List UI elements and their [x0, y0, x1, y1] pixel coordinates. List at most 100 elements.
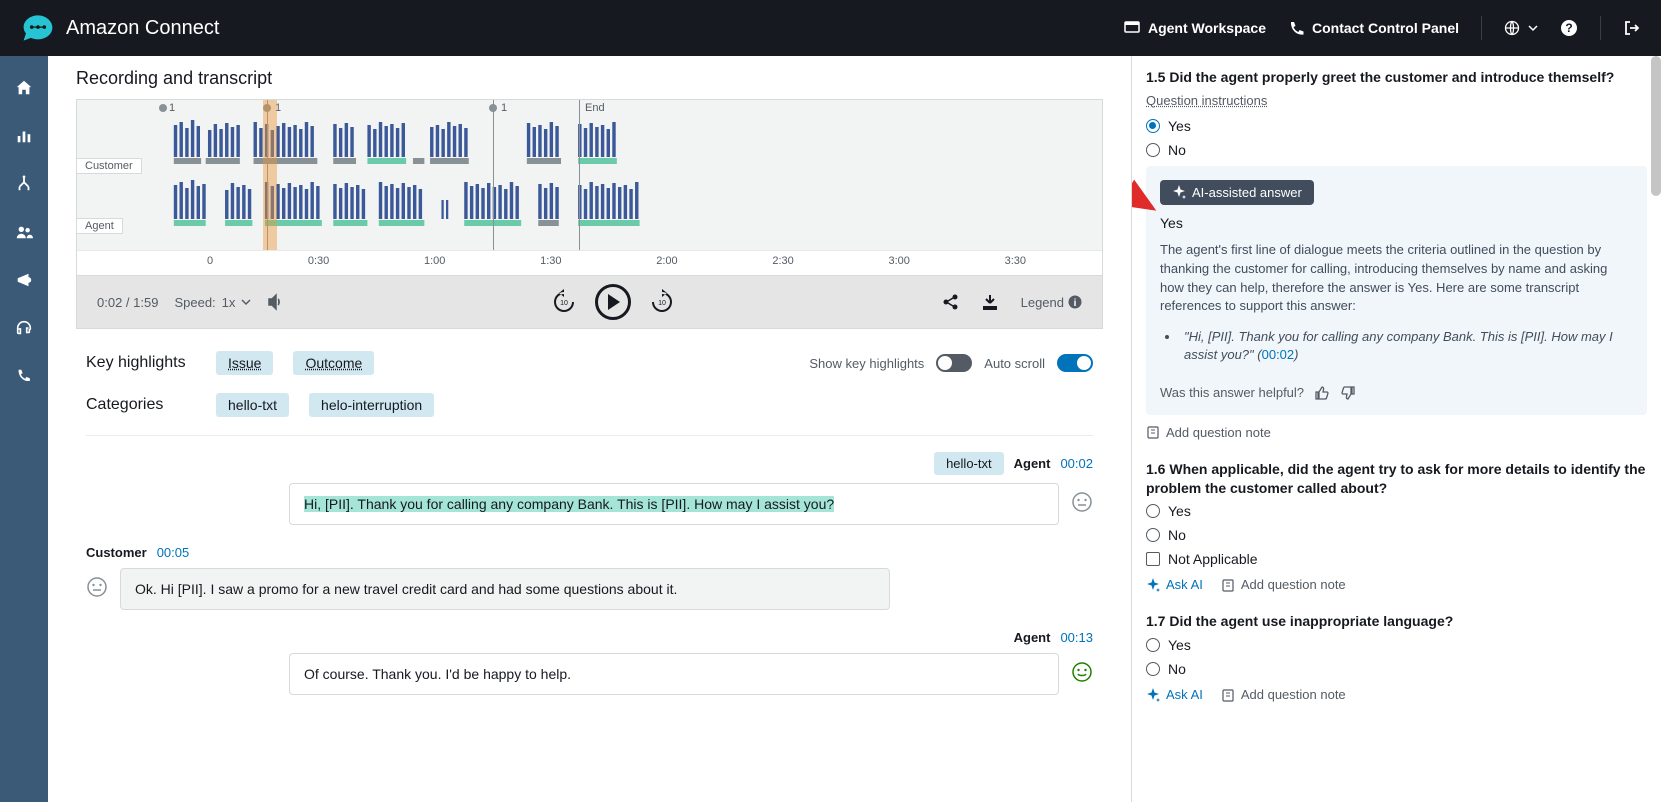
ai-feedback-row: Was this answer helpful? — [1160, 385, 1633, 401]
thumbs-up-button[interactable] — [1314, 385, 1330, 401]
message-timestamp[interactable]: 00:02 — [1060, 456, 1093, 471]
category-chip[interactable]: hello-txt — [216, 393, 289, 417]
radio-icon — [1146, 662, 1160, 676]
chevron-down-icon — [241, 297, 251, 307]
note-icon — [1221, 578, 1235, 592]
recording-title: Recording and transcript — [76, 68, 1103, 89]
nav-home[interactable] — [14, 78, 34, 98]
ai-answer-value: Yes — [1160, 215, 1633, 231]
note-icon — [1146, 425, 1160, 439]
language-selector[interactable] — [1504, 20, 1538, 36]
question-title: 1.5 Did the agent properly greet the cus… — [1146, 68, 1647, 87]
waveform-marker-line — [493, 100, 494, 250]
message-timestamp[interactable]: 00:13 — [1060, 630, 1093, 645]
message-bubble[interactable]: Hi, [PII]. Thank you for calling any com… — [289, 483, 1059, 525]
nav-routing[interactable] — [14, 174, 34, 194]
sentiment-positive-icon — [1071, 661, 1093, 683]
transcript-message: Customer 00:05 Ok. Hi [PII]. I saw a pro… — [86, 545, 1093, 610]
transcript-message: Agent 00:13 Of course. Thank you. I'd be… — [86, 630, 1093, 695]
answer-no[interactable]: No — [1146, 142, 1647, 158]
play-icon — [606, 294, 620, 310]
message-speaker: Agent — [1014, 630, 1051, 645]
nav-users[interactable] — [14, 222, 34, 242]
scrollbar[interactable] — [1651, 56, 1661, 196]
question-instructions-link[interactable]: Question instructions — [1146, 93, 1647, 108]
add-question-note-button[interactable]: Add question note — [1221, 687, 1346, 702]
category-chip[interactable]: helo-interruption — [309, 393, 434, 417]
radio-icon — [1146, 638, 1160, 652]
answer-yes[interactable]: Yes — [1146, 118, 1647, 134]
message-timestamp[interactable]: 00:05 — [157, 545, 190, 560]
nav-campaigns[interactable] — [14, 270, 34, 290]
time-axis: 0 0:30 1:00 1:30 2:00 2:30 3:00 3:30 — [77, 250, 1102, 275]
message-speaker: Customer — [86, 545, 147, 560]
volume-icon[interactable] — [267, 293, 285, 311]
nav-analytics[interactable] — [14, 126, 34, 146]
side-navigation — [0, 56, 48, 802]
legend-button[interactable]: Legend i — [1021, 295, 1082, 310]
ai-badge: AI-assisted answer — [1160, 180, 1314, 205]
evaluation-panel: ‖ 1.5 Did the agent properly greet the c… — [1131, 56, 1661, 802]
skip-back-button[interactable]: 10 — [551, 289, 577, 315]
transcript-message: hello-txt Agent 00:02 Hi, [PII]. Thank y… — [86, 452, 1093, 525]
show-highlights-toggle[interactable] — [936, 354, 972, 372]
svg-text:10: 10 — [560, 300, 568, 307]
message-speaker: Agent — [1014, 456, 1051, 471]
waveform-marker-label: 1 — [169, 102, 175, 114]
auto-scroll-label: Auto scroll — [984, 356, 1045, 371]
message-bubble[interactable]: Of course. Thank you. I'd be happy to he… — [289, 653, 1059, 695]
logout-button[interactable] — [1623, 19, 1641, 37]
ask-ai-button[interactable]: Ask AI — [1146, 687, 1203, 702]
answer-no[interactable]: No — [1146, 527, 1647, 543]
download-icon[interactable] — [981, 293, 999, 311]
nav-phone[interactable] — [14, 366, 34, 386]
radio-icon — [1146, 504, 1160, 518]
message-bubble[interactable]: Ok. Hi [PII]. I saw a promo for a new tr… — [120, 568, 890, 610]
evaluation-question-1-7: 1.7 Did the agent use inappropriate lang… — [1146, 612, 1647, 702]
sparkle-icon — [1146, 578, 1160, 592]
message-tag[interactable]: hello-txt — [934, 452, 1004, 475]
waveform-end-line — [579, 100, 580, 250]
logout-icon — [1623, 19, 1641, 37]
question-title: 1.7 Did the agent use inappropriate lang… — [1146, 612, 1647, 631]
product-logo[interactable]: Amazon Connect — [20, 13, 219, 43]
issue-chip[interactable]: Issue — [216, 351, 273, 375]
play-button[interactable] — [595, 284, 631, 320]
answer-na[interactable]: Not Applicable — [1146, 551, 1647, 567]
answer-yes[interactable]: Yes — [1146, 637, 1647, 653]
auto-scroll-toggle[interactable] — [1057, 354, 1093, 372]
show-highlights-label: Show key highlights — [809, 356, 924, 371]
highlights-section: Key highlights Issue Outcome Show key hi… — [76, 329, 1103, 737]
info-icon: i — [1068, 295, 1082, 309]
key-highlights-label: Key highlights — [86, 354, 196, 372]
ask-ai-button[interactable]: Ask AI — [1146, 577, 1203, 592]
sparkle-icon — [1146, 688, 1160, 702]
outcome-chip[interactable]: Outcome — [293, 351, 374, 375]
add-question-note-button[interactable]: Add question note — [1146, 425, 1271, 440]
speed-control[interactable]: Speed: 1x — [174, 295, 251, 310]
chevron-down-icon — [1528, 23, 1538, 33]
agent-workspace-link[interactable]: Agent Workspace — [1124, 20, 1266, 36]
share-icon[interactable] — [941, 293, 959, 311]
add-question-note-button[interactable]: Add question note — [1221, 577, 1346, 592]
workspace-icon — [1124, 20, 1140, 36]
skip-forward-button[interactable]: 10 — [649, 289, 675, 315]
radio-icon — [1146, 528, 1160, 542]
connect-logo-icon — [20, 13, 56, 43]
contact-control-panel-link[interactable]: Contact Control Panel — [1288, 20, 1459, 36]
product-name: Amazon Connect — [66, 17, 219, 40]
top-actions: Agent Workspace Contact Control Panel ? — [1124, 16, 1641, 40]
sparkle-icon — [1172, 185, 1186, 199]
answer-yes[interactable]: Yes — [1146, 503, 1647, 519]
customer-track-label: Customer — [77, 158, 142, 174]
playhead-indicator[interactable] — [263, 100, 277, 250]
help-button[interactable]: ? — [1560, 19, 1578, 37]
player-controls: 0:02 / 1:59 Speed: 1x 10 10 — [77, 275, 1102, 328]
waveform-area[interactable]: Customer Agent 1 1 1 End — [77, 100, 1102, 250]
waveform-svg — [77, 100, 1102, 250]
thumbs-down-button[interactable] — [1340, 385, 1356, 401]
transcript-list: hello-txt Agent 00:02 Hi, [PII]. Thank y… — [86, 435, 1093, 695]
quote-timestamp-link[interactable]: 00:02 — [1262, 347, 1295, 362]
answer-no[interactable]: No — [1146, 661, 1647, 677]
nav-headset[interactable] — [14, 318, 34, 338]
